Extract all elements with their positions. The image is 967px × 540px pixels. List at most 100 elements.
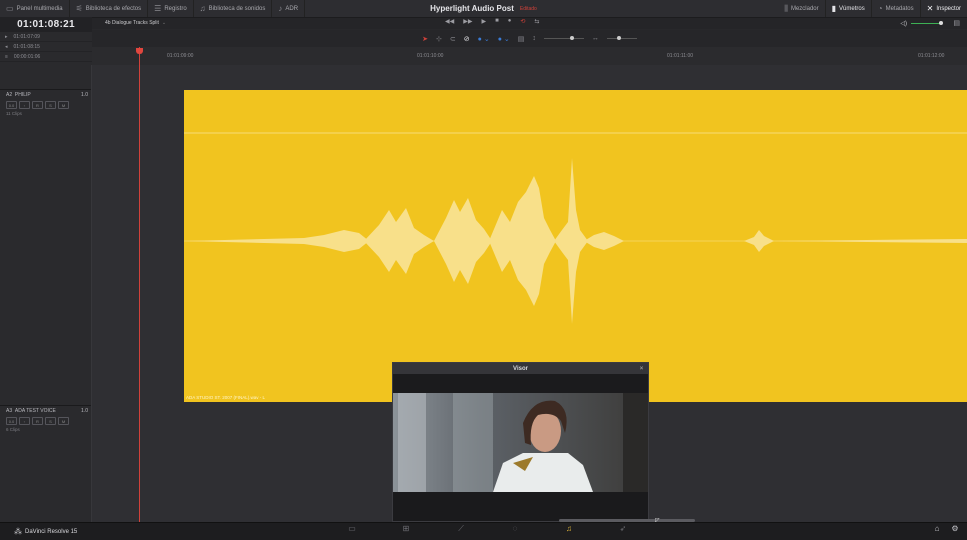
- app-name: DaVinci Resolve 15: [25, 528, 78, 535]
- play-icon[interactable]: ▶: [481, 18, 486, 25]
- track-level-a3: 1.0: [81, 408, 88, 414]
- track-lock-icon[interactable]: ▫: [19, 417, 30, 425]
- snap-icon[interactable]: ⊂: [450, 35, 456, 43]
- fairlight-page-icon[interactable]: ♫: [561, 524, 577, 533]
- davinci-logo-icon: ⁂: [14, 527, 22, 536]
- loop-icon[interactable]: ⟲: [520, 18, 525, 25]
- timeline-selector[interactable]: 4b Dialogue Tracks Split ⌄: [105, 20, 166, 26]
- timeline-name: 4b Dialogue Tracks Split: [105, 20, 159, 26]
- meters-icon: ▮: [831, 4, 837, 13]
- project-status: Editado: [519, 5, 537, 12]
- meters-button[interactable]: ▮ Vúmetros: [826, 0, 872, 17]
- record-icon[interactable]: ●: [508, 18, 512, 25]
- track-height-icon[interactable]: ▤: [518, 35, 525, 43]
- keyboard-icon[interactable]: ▤: [953, 19, 960, 27]
- effects-library-button[interactable]: ⚟ Biblioteca de efectos: [70, 0, 149, 17]
- solo-button[interactable]: S: [45, 101, 56, 109]
- adr-label: ADR: [285, 5, 299, 12]
- rewind-icon[interactable]: ◀◀: [445, 18, 454, 25]
- zoom-slider[interactable]: [543, 36, 584, 40]
- color-page-icon[interactable]: ◌: [507, 524, 523, 533]
- chevron-down-icon: ⌄: [161, 20, 167, 26]
- deliver-page-icon[interactable]: ➶: [615, 524, 631, 533]
- sound-library-button[interactable]: ♫ Biblioteca de sonidos: [194, 0, 273, 17]
- sync-icon[interactable]: ⇆: [534, 18, 539, 25]
- close-icon[interactable]: ×: [638, 365, 645, 372]
- project-title: Hyperlight Audio Post: [430, 4, 514, 13]
- fast-forward-icon[interactable]: ▶▶: [463, 18, 472, 25]
- link-icon[interactable]: ⊘: [464, 35, 470, 43]
- fusion-page-icon[interactable]: ⟋: [453, 524, 469, 534]
- track-lock-icon[interactable]: ▫: [19, 101, 30, 109]
- record-arm-button[interactable]: R: [32, 417, 43, 425]
- edit-page-icon[interactable]: ⊞: [398, 524, 414, 533]
- out-point-icon: ◂: [5, 43, 8, 50]
- ruler-tick-label: 01:01:09:00: [167, 53, 194, 59]
- marker-blue-icon[interactable]: ● ⌄: [478, 35, 490, 43]
- inspector-label: Inspector: [936, 5, 961, 12]
- track-volume-a2[interactable]: 0.0: [6, 101, 17, 109]
- detail-slider[interactable]: [606, 36, 637, 40]
- zoom-detail-icon[interactable]: ↔: [592, 35, 599, 42]
- volume-slider[interactable]: [911, 21, 943, 25]
- out-timecode: 01:01:08:15: [13, 43, 40, 50]
- mute-button[interactable]: M: [58, 417, 69, 425]
- index-button[interactable]: ☰ Registro: [148, 0, 194, 17]
- viewer-spacer: [393, 374, 648, 393]
- flag-blue-icon[interactable]: ● ⌄: [498, 35, 510, 43]
- track-volume-a3[interactable]: 0.0: [6, 417, 17, 425]
- viewer-window[interactable]: Visor ×: [392, 362, 649, 522]
- index-label: Registro: [164, 5, 187, 12]
- playhead[interactable]: [139, 47, 140, 522]
- mixer-button[interactable]: ⫼ Mezclador: [778, 0, 826, 17]
- home-icon[interactable]: ⌂: [929, 524, 945, 533]
- adr-button[interactable]: ♪ ADR: [272, 0, 306, 17]
- zoom-slider-knob[interactable]: [569, 36, 574, 40]
- grid-line: [91, 65, 92, 522]
- media-pool-button[interactable]: ▭ Panel multimedia: [0, 0, 70, 17]
- effects-wand-icon: ⚟: [75, 4, 83, 13]
- page-navigation-bar: ⁂ DaVinci Resolve 15: [0, 522, 967, 540]
- transport-controls: ◀◀ ▶▶ ▶ ■ ● ⟲ ⇆: [445, 18, 539, 25]
- video-frame: [393, 393, 648, 492]
- mixer-icon: ⫼: [784, 3, 788, 13]
- main-timecode: 01:01:08:21: [0, 17, 92, 32]
- in-point-row: ▸ 01:01:07:09: [0, 32, 92, 42]
- duration-row: ≡ 00:00:01:06: [0, 52, 92, 62]
- selection-tool-icon[interactable]: ➤: [422, 35, 428, 43]
- metadata-button[interactable]: ◔ Metadatos: [872, 0, 921, 17]
- metadata-label: Metadatos: [885, 5, 914, 12]
- viewer-titlebar[interactable]: Visor ×: [393, 363, 648, 374]
- sound-library-icon: ♫: [199, 4, 206, 13]
- ruler-tick-label: 01:01:12:00: [918, 53, 945, 59]
- viewer-title: Visor: [513, 365, 528, 372]
- track-header-a3[interactable]: A3 ADA TEST VOICE 1.0 0.0 ▫ R S M 6 Clip…: [0, 405, 92, 523]
- media-page-icon[interactable]: ▭: [344, 524, 360, 533]
- in-timecode: 01:01:07:09: [13, 33, 40, 40]
- record-arm-button[interactable]: R: [32, 101, 43, 109]
- timeline-ruler[interactable]: 01:01:09:00 01:01:10:00 01:01:11:00 01:0…: [92, 47, 967, 66]
- mute-button[interactable]: M: [58, 101, 69, 109]
- track-header-a2[interactable]: A2 PHILIP 1.0 0.0 ▫ R S M 11 Clips: [0, 89, 92, 406]
- edit-toolbar: ➤ ⊹ ⊂ ⊘ ● ⌄ ● ⌄ ▤ ↕ ↔: [92, 30, 967, 47]
- meters-label: Vúmetros: [839, 5, 865, 12]
- detail-slider-knob[interactable]: [616, 36, 621, 40]
- speaker-icon: ◁): [900, 21, 907, 27]
- metadata-icon: ◔: [877, 4, 883, 13]
- stop-icon[interactable]: ■: [495, 18, 499, 25]
- duration-icon: ≡: [5, 53, 8, 60]
- sound-library-label: Biblioteca de sonidos: [208, 5, 266, 12]
- playhead-handle[interactable]: [136, 48, 143, 54]
- in-point-icon: ▸: [5, 33, 8, 40]
- zoom-fit-icon[interactable]: ↕: [532, 35, 536, 42]
- effects-library-label: Biblioteca de efectos: [85, 5, 142, 12]
- audio-clip[interactable]: ADA STUDIO ST. 2007 (FINAL).wav - L: [184, 90, 967, 402]
- volume-slider-knob[interactable]: [939, 21, 943, 25]
- settings-gear-icon[interactable]: ⚙: [947, 524, 963, 533]
- app-branding: ⁂ DaVinci Resolve 15: [14, 527, 77, 536]
- solo-button[interactable]: S: [45, 417, 56, 425]
- microphone-icon: ♪: [278, 4, 283, 13]
- range-tool-icon[interactable]: ⊹: [436, 35, 442, 43]
- inspector-button[interactable]: ✕ Inspector: [921, 0, 967, 17]
- ruler-tick-label: 01:01:11:00: [667, 53, 694, 59]
